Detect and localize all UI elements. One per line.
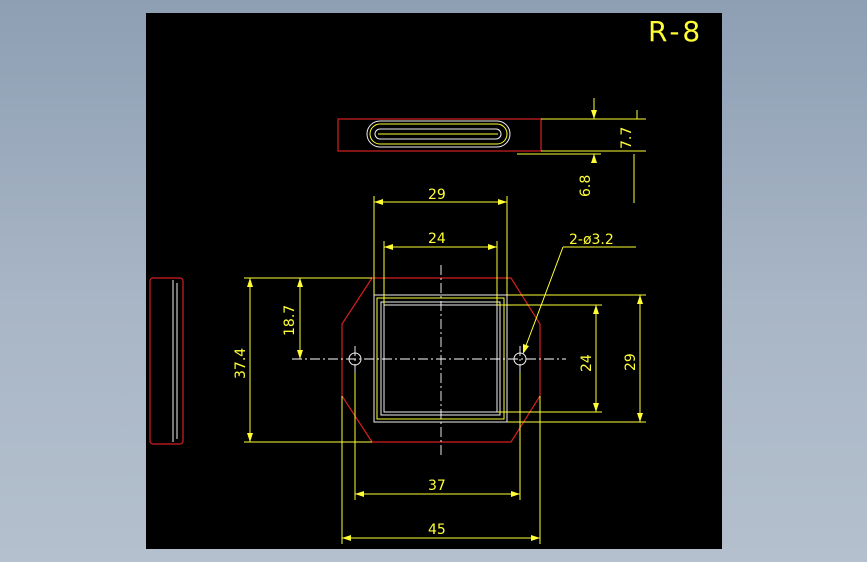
dim-6-8: 6.8 [578, 175, 594, 197]
cad-drawing: R-8 7.7 6.8 29 24 2-ø3.2 18.7 37.4 24 29… [149, 15, 703, 544]
left-view-outline [149, 277, 184, 445]
side-view-left [149, 277, 184, 445]
housing-wall [376, 297, 505, 420]
dim-18-7: 18.7 [282, 305, 298, 336]
dim-29-right: 29 [623, 353, 639, 371]
dims-front: 29 24 2-ø3.2 18.7 37.4 24 29 37 45 [233, 187, 646, 544]
drawing-canvas: R-8 7.7 6.8 29 24 2-ø3.2 18.7 37.4 24 29… [146, 13, 722, 549]
dim-37: 37 [428, 478, 446, 494]
dim-45: 45 [428, 522, 446, 538]
window-opening [383, 304, 498, 413]
hole-callout: 2-ø3.2 [569, 232, 614, 248]
housing-wall-inner [380, 301, 501, 416]
dim-7-7: 7.7 [619, 127, 635, 149]
side-view-top [337, 118, 542, 152]
drawing-title: R-8 [648, 15, 703, 48]
dim-24-right: 24 [579, 354, 595, 372]
housing-outer [373, 294, 508, 423]
front-view [292, 265, 566, 455]
dim-29-top: 29 [428, 187, 446, 203]
dim-24-top: 24 [428, 231, 446, 247]
dim-37-4: 37.4 [233, 348, 249, 379]
